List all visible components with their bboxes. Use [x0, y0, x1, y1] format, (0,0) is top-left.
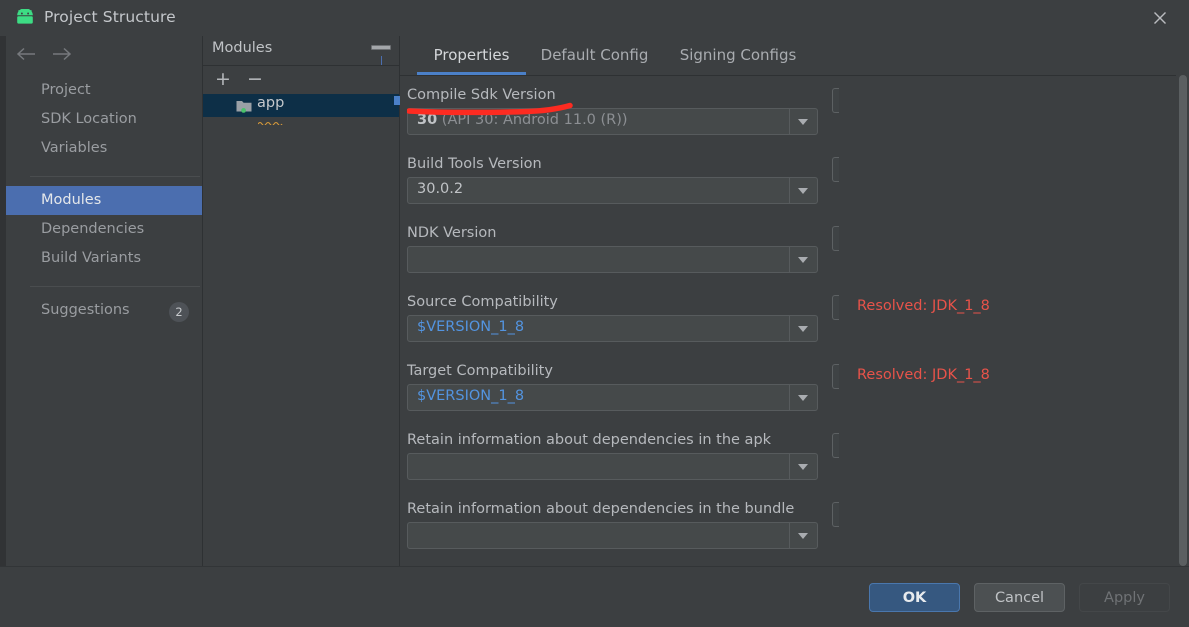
field-label: Source Compatibility: [407, 294, 558, 310]
suggestions-count-badge: 2: [169, 302, 189, 322]
add-module-button[interactable]: +: [212, 69, 234, 91]
modules-toolbar: + −: [203, 65, 399, 95]
tab-default-config[interactable]: Default Config: [526, 36, 663, 75]
properties-scrollbar[interactable]: [1176, 75, 1189, 566]
sidebar-item-project[interactable]: Project: [6, 76, 202, 105]
arrow-right-icon[interactable]: [48, 44, 74, 64]
module-list-item-app[interactable]: app: [203, 94, 399, 127]
modules-panel-title: Modules: [212, 40, 273, 56]
panel-resize-tick: [381, 56, 382, 65]
minimize-icon[interactable]: [371, 45, 391, 56]
tab-label: Properties: [433, 46, 510, 64]
scrollbar-thumb[interactable]: [1179, 75, 1187, 566]
module-name-label: app: [257, 95, 285, 111]
source-compatibility-dropdown[interactable]: $VERSION_1_8: [407, 315, 818, 342]
sidebar-item-dependencies[interactable]: Dependencies: [6, 215, 202, 244]
sidebar-divider: [30, 176, 200, 177]
retain-dependencies-apk-variable-button[interactable]: [832, 433, 839, 458]
build-tools-version-dropdown[interactable]: 30.0.2: [407, 177, 818, 204]
target-compatibility-resolved-text: Resolved: JDK_1_8: [857, 367, 990, 383]
field-label: Compile Sdk Version: [407, 87, 556, 103]
warning-squiggle-icon: [257, 113, 290, 127]
nav-history-controls: [6, 36, 202, 72]
field-ndk-version: NDK Version: [407, 225, 839, 273]
field-value: $VERSION_1_8: [417, 319, 525, 335]
chevron-down-icon[interactable]: [789, 316, 817, 341]
window-title: Project Structure: [44, 8, 176, 26]
field-label: Retain information about dependencies in…: [407, 501, 795, 517]
remove-module-button[interactable]: −: [244, 69, 266, 91]
sidebar-item-label: SDK Location: [41, 111, 137, 127]
chevron-down-icon[interactable]: [789, 454, 817, 479]
source-compatibility-variable-button[interactable]: [832, 295, 839, 320]
field-source-compatibility: Source Compatibility $VERSION_1_8 Resolv…: [407, 294, 990, 342]
module-folder-icon: [236, 99, 252, 113]
tab-bar: Properties Default Config Signing Config…: [400, 36, 1189, 76]
field-target-compatibility: Target Compatibility $VERSION_1_8 Resolv…: [407, 363, 990, 411]
sidebar-item-build-variants[interactable]: Build Variants: [6, 244, 202, 273]
sidebar-item-label: Project: [41, 82, 91, 98]
sidebar-item-label: Suggestions: [41, 302, 130, 318]
field-label: Target Compatibility: [407, 363, 553, 379]
title-bar: Project Structure: [0, 0, 1189, 36]
field-compile-sdk-version: Compile Sdk Version 30 (API 30: Android …: [407, 87, 839, 135]
sidebar-item-sdk-location[interactable]: SDK Location: [6, 105, 202, 134]
tab-properties[interactable]: Properties: [417, 36, 526, 75]
sidebar-item-suggestions[interactable]: Suggestions 2: [6, 296, 202, 325]
sidebar-item-label: Variables: [41, 140, 108, 156]
chevron-down-icon[interactable]: [789, 385, 817, 410]
field-label: Build Tools Version: [407, 156, 542, 172]
ok-button[interactable]: OK: [869, 583, 960, 612]
modules-panel: Modules + − app: [202, 36, 400, 566]
field-value-main: 30: [417, 112, 438, 128]
field-retain-dependencies-apk: Retain information about dependencies in…: [407, 432, 839, 480]
field-value-suffix: (API 30: Android 11.0 (R)): [437, 112, 628, 128]
target-compatibility-dropdown[interactable]: $VERSION_1_8: [407, 384, 818, 411]
retain-dependencies-apk-dropdown[interactable]: [407, 453, 818, 480]
chevron-down-icon[interactable]: [789, 247, 817, 272]
sidebar-item-modules[interactable]: Modules: [6, 186, 202, 215]
modules-panel-header: Modules: [203, 36, 399, 66]
retain-dependencies-bundle-variable-button[interactable]: [832, 502, 839, 527]
field-value: 30.0.2: [417, 181, 464, 197]
field-label: NDK Version: [407, 225, 497, 241]
dialog-footer: OK Cancel Apply: [0, 566, 1189, 627]
properties-form: Compile Sdk Version 30 (API 30: Android …: [400, 75, 1189, 566]
sidebar-item-variables[interactable]: Variables: [6, 134, 202, 163]
chevron-down-icon[interactable]: [789, 523, 817, 548]
sidebar-item-label: Modules: [41, 192, 102, 208]
arrow-left-icon[interactable]: [14, 44, 40, 64]
compile-sdk-version-dropdown[interactable]: 30 (API 30: Android 11.0 (R)): [407, 108, 818, 135]
field-label: Retain information about dependencies in…: [407, 432, 772, 448]
tab-label: Default Config: [540, 46, 649, 64]
chevron-down-icon[interactable]: [789, 178, 817, 203]
android-bot-icon: [14, 8, 36, 27]
ndk-version-dropdown[interactable]: [407, 246, 818, 273]
tab-signing-configs[interactable]: Signing Configs: [663, 36, 813, 75]
project-structure-dialog: Project Structure Project SDK Location V…: [0, 0, 1189, 627]
field-retain-dependencies-bundle: Retain information about dependencies in…: [407, 501, 839, 549]
field-value: $VERSION_1_8: [417, 388, 525, 404]
target-compatibility-variable-button[interactable]: [832, 364, 839, 389]
field-build-tools-version: Build Tools Version 30.0.2: [407, 156, 839, 204]
apply-button[interactable]: Apply: [1079, 583, 1170, 612]
ndk-version-variable-button[interactable]: [832, 226, 839, 251]
tab-label: Signing Configs: [679, 46, 797, 64]
source-compatibility-resolved-text: Resolved: JDK_1_8: [857, 298, 990, 314]
build-tools-version-variable-button[interactable]: [832, 157, 839, 182]
sidebar-item-label: Build Variants: [41, 250, 141, 266]
retain-dependencies-bundle-dropdown[interactable]: [407, 522, 818, 549]
cancel-button[interactable]: Cancel: [974, 583, 1065, 612]
settings-sidebar: Project SDK Location Variables Modules D…: [6, 36, 202, 566]
sidebar-item-label: Dependencies: [41, 221, 145, 237]
field-value: 30 (API 30: Android 11.0 (R)): [417, 112, 628, 128]
close-icon[interactable]: [1149, 7, 1171, 29]
chevron-down-icon[interactable]: [789, 109, 817, 134]
sidebar-divider: [30, 286, 200, 287]
compile-sdk-version-variable-button[interactable]: [832, 88, 839, 113]
properties-pane: Properties Default Config Signing Config…: [400, 36, 1189, 566]
